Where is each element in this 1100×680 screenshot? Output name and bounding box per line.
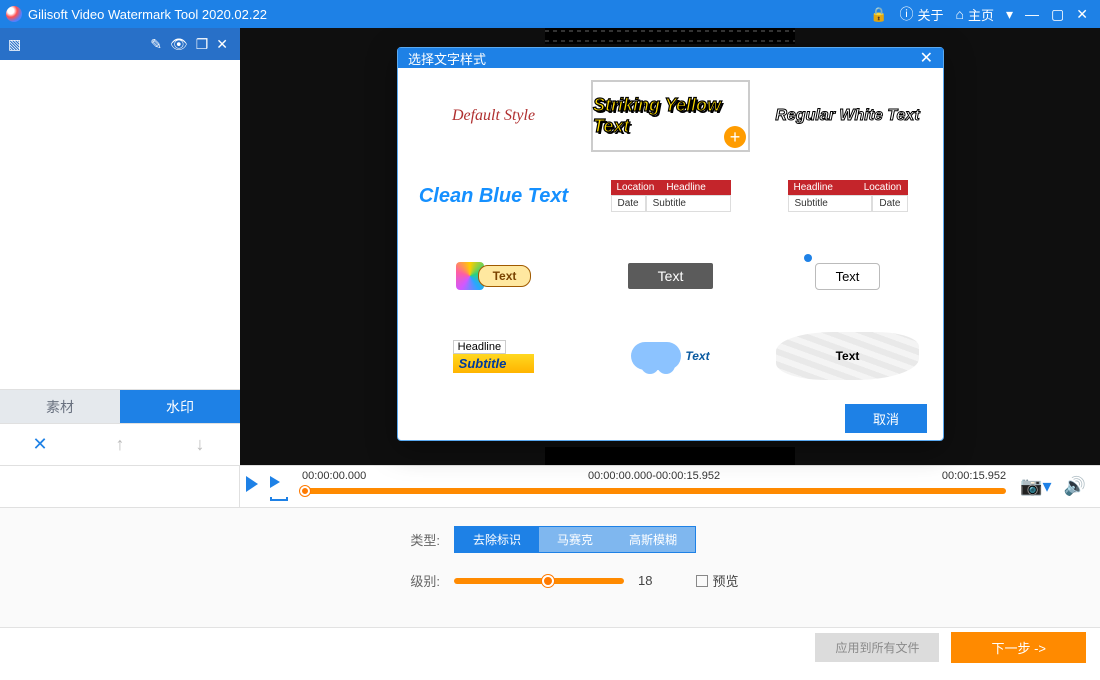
play-save-button[interactable] <box>264 473 294 501</box>
next-button[interactable]: 下一步 -> <box>951 632 1086 663</box>
lt2-location: Location <box>858 180 908 195</box>
type-gaussian[interactable]: 高斯模糊 <box>611 527 695 552</box>
timeline-track[interactable] <box>302 488 1006 494</box>
style-lowerthird-2[interactable]: HeadlineLocation SubtitleDate <box>768 160 927 232</box>
sound-icon[interactable]: 🔊 <box>1058 476 1092 497</box>
style-brush-label: Text <box>836 349 860 363</box>
duplicate-icon[interactable]: ❐ <box>192 36 213 53</box>
style-tooltip-label: Text <box>815 263 881 290</box>
type-label: 类型: <box>400 530 440 549</box>
checkbox-box[interactable] <box>696 575 708 587</box>
style-brush[interactable]: Text <box>768 320 927 392</box>
dialog-titlebar: 选择文字样式 ✕ <box>398 48 943 68</box>
type-remove[interactable]: 去除标识 <box>455 527 539 552</box>
tab-materials[interactable]: 素材 <box>0 390 120 423</box>
visibility-icon[interactable]: 👁 <box>166 36 192 53</box>
lt2-headline: Headline <box>788 180 858 195</box>
about-label: 关于 <box>918 5 944 24</box>
style-default-label: Default Style <box>452 107 535 125</box>
lock-icon[interactable]: 🔒 <box>864 6 893 23</box>
app-icon <box>6 6 22 22</box>
style-blue-label: Clean Blue Text <box>419 185 568 208</box>
style-bar[interactable]: Text <box>591 240 750 312</box>
add-style-badge[interactable]: + <box>724 126 746 148</box>
left-panel-body <box>0 60 240 389</box>
dialog-footer: 取消 <box>398 396 943 445</box>
style-logo-bubble[interactable]: Text <box>414 240 573 312</box>
style-cloud[interactable]: Text <box>591 320 750 392</box>
about-link[interactable]: ⓘ关于 <box>894 4 950 24</box>
move-down-button[interactable]: ↓ <box>160 424 240 465</box>
edit-icon[interactable]: ✎ <box>146 36 166 53</box>
play-button[interactable] <box>240 475 264 498</box>
lt1-date: Date <box>611 195 646 212</box>
home-link[interactable]: ⌂主页 <box>950 5 1000 24</box>
left-tabs: 素材 水印 <box>0 389 240 423</box>
preview-label: 预览 <box>712 571 738 590</box>
settings-panel: 类型: 去除标识 马赛克 高斯模糊 级别: 18 预览 <box>0 507 1100 627</box>
image-icon: ▧ <box>8 36 21 53</box>
tab-watermark[interactable]: 水印 <box>120 390 240 423</box>
lt1-location: Location <box>611 180 661 195</box>
snapshot-icon[interactable]: 📷▾ <box>1014 476 1057 497</box>
timeline-range: 00:00:00.000-00:00:15.952 <box>588 470 720 482</box>
style-bubble-label: Text <box>478 265 532 287</box>
left-actions: ✕ ↑ ↓ <box>0 423 240 465</box>
titlebar: Gilisoft Video Watermark Tool 2020.02.22… <box>0 0 1100 28</box>
main-row: ▧ ✎ 👁 ❐ ✕ 素材 水印 ✕ ↑ ↓ ◈ 安下载 anxz.com 选 <box>0 28 1100 465</box>
style-cloud-label: Text <box>685 349 709 363</box>
dialog-title-text: 选择文字样式 <box>408 49 486 68</box>
left-panel: ▧ ✎ 👁 ❐ ✕ 素材 水印 ✕ ↑ ↓ <box>0 28 240 465</box>
remove-icon[interactable]: ✕ <box>212 36 232 53</box>
footer: 应用到所有文件 下一步 -> <box>0 627 1100 667</box>
video-stage: ◈ 安下载 anxz.com 选择文字样式 ✕ Default Style St… <box>240 28 1100 465</box>
timeline-row: 00:00:00.000 00:00:00.000-00:00:15.952 0… <box>0 465 1100 507</box>
dialog-close-icon[interactable]: ✕ <box>920 48 933 68</box>
close-button[interactable]: ✕ <box>1070 6 1094 23</box>
type-segmented: 去除标识 马赛克 高斯模糊 <box>454 526 696 553</box>
preview-checkbox[interactable]: 预览 <box>696 571 738 590</box>
style-default[interactable]: Default Style <box>414 80 573 152</box>
lt2-date: Date <box>872 195 907 212</box>
text-style-dialog: 选择文字样式 ✕ Default Style Striking Yellow T… <box>397 47 944 441</box>
cancel-button[interactable]: 取消 <box>845 404 927 433</box>
style-yellow[interactable]: Striking Yellow Text+ <box>591 80 750 152</box>
filmstrip-bottom <box>545 447 795 465</box>
timeline-bar[interactable]: 00:00:00.000 00:00:00.000-00:00:15.952 0… <box>294 466 1014 507</box>
lt1-subtitle: Subtitle <box>646 195 731 212</box>
style-bar-label: Text <box>628 263 714 289</box>
style-blue[interactable]: Clean Blue Text <box>414 160 573 232</box>
apply-all-button[interactable]: 应用到所有文件 <box>815 633 939 662</box>
move-up-button[interactable]: ↑ <box>80 424 160 465</box>
type-mosaic[interactable]: 马赛克 <box>539 527 611 552</box>
cloud-shape <box>631 342 681 370</box>
type-row: 类型: 去除标识 马赛克 高斯模糊 <box>400 526 1060 553</box>
minimize-button[interactable]: — <box>1019 6 1045 22</box>
dropdown-icon[interactable]: ▾ <box>1000 6 1019 23</box>
timeline-knob[interactable] <box>300 486 310 496</box>
style-headline-sub[interactable]: HeadlineSubtitle <box>414 320 573 392</box>
timeline-end: 00:00:15.952 <box>942 470 1006 482</box>
left-panel-header: ▧ ✎ 👁 ❐ ✕ <box>0 28 240 60</box>
style-lowerthird-1[interactable]: LocationHeadline DateSubtitle <box>591 160 750 232</box>
level-value: 18 <box>638 573 652 588</box>
app-title: Gilisoft Video Watermark Tool 2020.02.22 <box>28 7 267 22</box>
level-slider[interactable] <box>454 578 624 584</box>
maximize-button[interactable]: ▢ <box>1045 6 1070 23</box>
style-tooltip[interactable]: Text <box>768 240 927 312</box>
style-white-label: Regular White Text <box>775 107 919 125</box>
home-label: 主页 <box>968 5 994 24</box>
filmstrip-top <box>545 28 795 44</box>
style-grid: Default Style Striking Yellow Text+ Regu… <box>398 68 943 396</box>
style-white[interactable]: Regular White Text <box>768 80 927 152</box>
lt2-subtitle: Subtitle <box>788 195 873 212</box>
lt1-headline: Headline <box>660 180 730 195</box>
level-knob[interactable] <box>542 575 554 587</box>
level-label: 级别: <box>400 571 440 590</box>
delete-button[interactable]: ✕ <box>0 424 80 465</box>
t10-headline: Headline <box>453 340 506 354</box>
timeline-start: 00:00:00.000 <box>302 470 366 482</box>
level-row: 级别: 18 预览 <box>400 571 1060 590</box>
t10-subtitle: Subtitle <box>453 354 535 373</box>
